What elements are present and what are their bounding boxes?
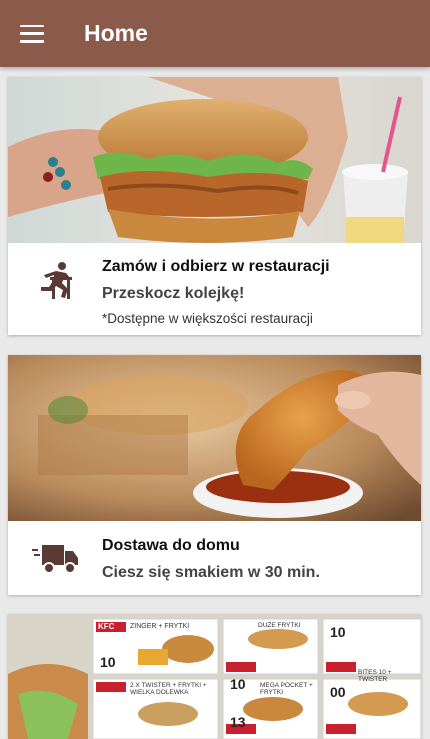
kfc-coupons-photo: KFC ZINGER + FRYTKI 2 X TWISTER + FRYTKI…: [8, 614, 421, 739]
card-subtitle: Przeskocz kolejkę!: [102, 285, 245, 302]
coupon-item-label: DUŻE FRYTKI: [258, 622, 301, 629]
coupon-brand: KFC: [98, 622, 115, 631]
card-coupons[interactable]: KFC ZINGER + FRYTKI 2 X TWISTER + FRYTKI…: [8, 614, 421, 739]
coupon-item-label: MEGA POCKET + FRYTKI: [260, 682, 313, 696]
burger-in-hands-photo: [8, 77, 421, 243]
coupon-item-label: BITES 10 + TWISTER: [358, 669, 392, 683]
app-bar: Home: [0, 0, 430, 67]
card-content: Dostawa do domu Ciesz się smakiem w 30 m…: [8, 521, 421, 595]
card-content: Zamów i odbierz w restauracji Przeskocz …: [8, 243, 421, 335]
coupon-price: 13: [230, 714, 246, 730]
card-title: Dostawa do domu: [102, 537, 240, 554]
page-title: Home: [84, 20, 148, 46]
card-note: *Dostępne w większości restauracji: [102, 311, 313, 326]
hamburger-menu-icon[interactable]: [20, 24, 44, 43]
coupon-price: 10: [230, 676, 246, 692]
delivery-truck-icon: [32, 539, 80, 579]
coupon-price: 10: [100, 654, 116, 670]
chicken-drumstick-dip-photo: [8, 355, 421, 521]
card-order-pickup[interactable]: Zamów i odbierz w restauracji Przeskocz …: [8, 77, 421, 335]
coupon-item-label: ZINGER + FRYTKI: [130, 623, 190, 630]
card-title: Zamów i odbierz w restauracji: [102, 258, 330, 275]
coupon-item-label: 2 X TWISTER + FRYTKI + WIELKA DOLEWKA: [130, 682, 207, 696]
card-home-delivery[interactable]: Dostawa do domu Ciesz się smakiem w 30 m…: [8, 355, 421, 595]
jumping-person-icon: [36, 261, 76, 301]
coupon-price: 00: [330, 684, 346, 700]
card-subtitle: Ciesz się smakiem w 30 min.: [102, 564, 320, 581]
coupon-price: 10: [330, 624, 346, 640]
